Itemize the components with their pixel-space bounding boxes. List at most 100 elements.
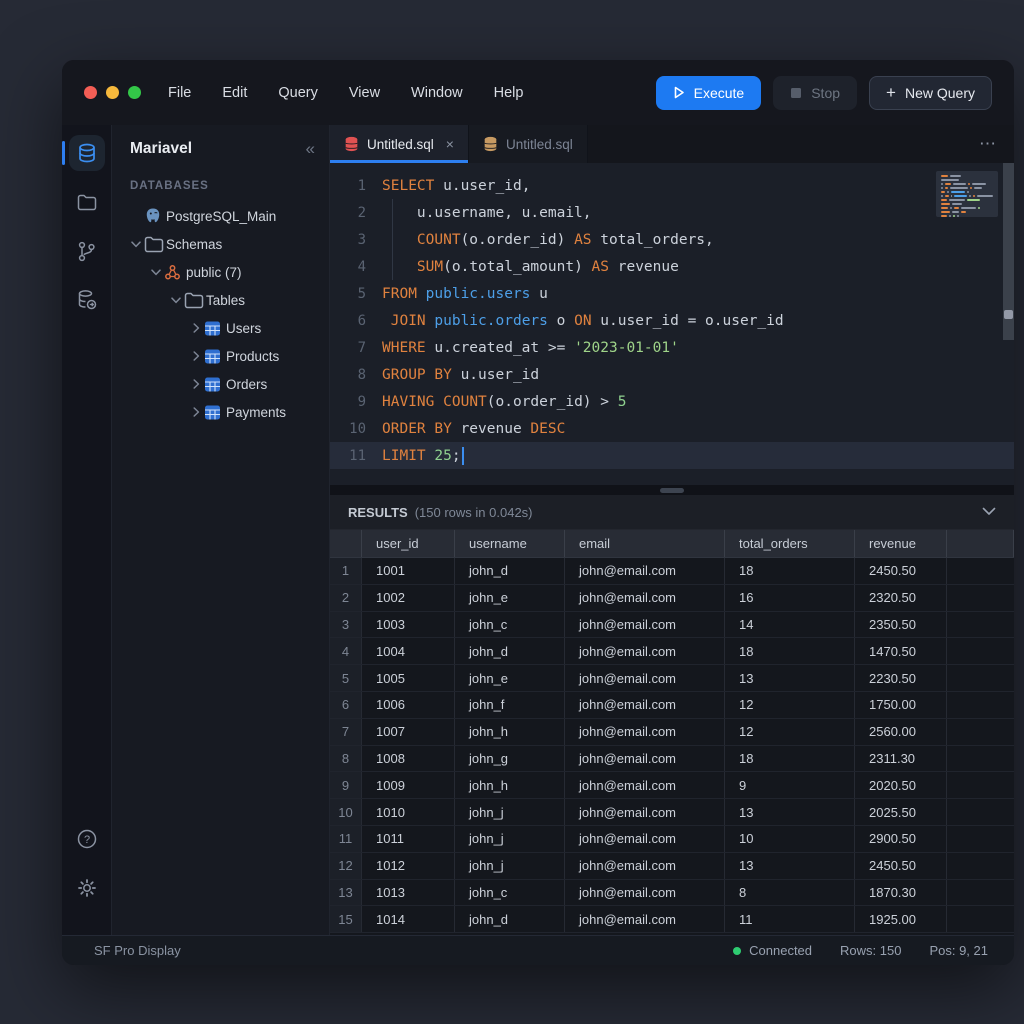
minimize-window-button[interactable] [106,86,119,99]
code-line-4[interactable]: 4 SUM(o.total_amount) AS revenue [330,253,1014,280]
cell-total_orders[interactable]: 10 [725,826,855,852]
cell-user_id[interactable]: 1012 [362,853,455,879]
cell-email[interactable]: john@email.com [565,638,725,664]
code-line-7[interactable]: 7WHERE u.created_at >= '2023-01-01' [330,334,1014,361]
table-row[interactable]: 111011john_jjohn@email.com102900.50 [330,826,1014,853]
table-row[interactable]: 41004john_djohn@email.com181470.50 [330,638,1014,665]
rail-database-icon[interactable] [69,135,105,171]
rail-settings-gear-icon[interactable] [69,870,105,906]
execute-button[interactable]: Execute [656,76,762,110]
code-line-9[interactable]: 9HAVING COUNT(o.order_id) > 5 [330,388,1014,415]
cell-user_id[interactable]: 1011 [362,826,455,852]
cell-total_orders[interactable]: 13 [725,853,855,879]
cell-revenue[interactable]: 2230.50 [855,665,947,691]
table-row[interactable]: 11001john_djohn@email.com182450.50 [330,558,1014,585]
cell-email[interactable]: john@email.com [565,826,725,852]
code-line-3[interactable]: 3 COUNT(o.order_id) AS total_orders, [330,226,1014,253]
cell-total_orders[interactable]: 11 [725,906,855,932]
cell-total_orders[interactable]: 13 [725,665,855,691]
panel-resize-handle[interactable] [330,485,1014,495]
tree-item-public-7[interactable]: public (7) [112,258,329,286]
cell-email[interactable]: john@email.com [565,585,725,611]
tree-item-orders[interactable]: Orders [112,370,329,398]
cell-email[interactable]: john@email.com [565,692,725,718]
close-window-button[interactable] [84,86,97,99]
chevron-down-icon[interactable] [168,297,184,304]
cell-username[interactable]: john_e [455,585,565,611]
cell-revenue[interactable]: 2450.50 [855,853,947,879]
maximize-window-button[interactable] [128,86,141,99]
cell-user_id[interactable]: 1004 [362,638,455,664]
menu-help[interactable]: Help [494,85,524,101]
cell-user_id[interactable]: 1001 [362,558,455,584]
column-header-revenue[interactable]: revenue [855,530,947,557]
cell-username[interactable]: john_h [455,719,565,745]
tab-untitled-sql-1[interactable]: Untitled.sql [469,125,588,163]
cell-username[interactable]: john_j [455,826,565,852]
table-row[interactable]: 31003john_cjohn@email.com142350.50 [330,612,1014,639]
table-row[interactable]: 91009john_hjohn@email.com92020.50 [330,772,1014,799]
cell-username[interactable]: john_g [455,746,565,772]
rail-help-icon[interactable]: ? [69,821,105,857]
cell-revenue[interactable]: 2450.50 [855,558,947,584]
cell-revenue[interactable]: 1750.00 [855,692,947,718]
cell-revenue[interactable]: 2025.50 [855,799,947,825]
cell-total_orders[interactable]: 9 [725,772,855,798]
table-row[interactable]: 61006john_fjohn@email.com121750.00 [330,692,1014,719]
table-row[interactable]: 151014john_djohn@email.com111925.00 [330,906,1014,933]
cell-user_id[interactable]: 1005 [362,665,455,691]
chevron-right-icon[interactable] [188,323,204,333]
code-line-1[interactable]: 1SELECT u.user_id, [330,172,1014,199]
menu-view[interactable]: View [349,85,380,101]
code-line-6[interactable]: 6 JOIN public.orders o ON u.user_id = o.… [330,307,1014,334]
cell-user_id[interactable]: 1002 [362,585,455,611]
table-row[interactable]: 71007john_hjohn@email.com122560.00 [330,719,1014,746]
collapse-sidebar-icon[interactable]: « [306,139,313,159]
cell-revenue[interactable]: 2900.50 [855,826,947,852]
cell-email[interactable]: john@email.com [565,558,725,584]
column-header-total_orders[interactable]: total_orders [725,530,855,557]
cell-total_orders[interactable]: 16 [725,585,855,611]
menu-query[interactable]: Query [278,85,318,101]
cell-email[interactable]: john@email.com [565,719,725,745]
cell-username[interactable]: john_h [455,772,565,798]
chevron-right-icon[interactable] [188,407,204,417]
cell-user_id[interactable]: 1009 [362,772,455,798]
cell-email[interactable]: john@email.com [565,853,725,879]
chevron-right-icon[interactable] [188,379,204,389]
cell-username[interactable]: john_d [455,558,565,584]
rail-git-branch-icon[interactable] [69,233,105,269]
cell-revenue[interactable]: 2020.50 [855,772,947,798]
table-row[interactable]: 21002john_ejohn@email.com162320.50 [330,585,1014,612]
cell-total_orders[interactable]: 13 [725,799,855,825]
cell-user_id[interactable]: 1008 [362,746,455,772]
scrollbar-thumb[interactable] [1004,310,1013,319]
cell-total_orders[interactable]: 12 [725,692,855,718]
rail-folder-icon[interactable] [69,184,105,220]
new-query-button[interactable]: + New Query [869,76,992,110]
code-line-2[interactable]: 2 u.username, u.email, [330,199,1014,226]
cell-username[interactable]: john_f [455,692,565,718]
cell-total_orders[interactable]: 14 [725,612,855,638]
cell-total_orders[interactable]: 18 [725,746,855,772]
tree-item-postgresql-main[interactable]: PostgreSQL_Main [112,202,329,230]
cell-revenue[interactable]: 2320.50 [855,585,947,611]
cell-email[interactable]: john@email.com [565,746,725,772]
cell-username[interactable]: john_e [455,665,565,691]
chevron-right-icon[interactable] [188,351,204,361]
table-row[interactable]: 81008john_gjohn@email.com182311.30 [330,746,1014,773]
editor-minimap[interactable] [936,171,998,217]
cell-revenue[interactable]: 2350.50 [855,612,947,638]
column-header-email[interactable]: email [565,530,725,557]
tree-item-schemas[interactable]: Schemas [112,230,329,258]
menu-file[interactable]: File [168,85,191,101]
tab-untitled-sql-0[interactable]: Untitled.sql× [330,125,469,163]
column-header-username[interactable]: username [455,530,565,557]
code-line-5[interactable]: 5FROM public.users u [330,280,1014,307]
code-line-8[interactable]: 8GROUP BY u.user_id [330,361,1014,388]
tree-item-tables[interactable]: Tables [112,286,329,314]
cell-user_id[interactable]: 1010 [362,799,455,825]
cell-total_orders[interactable]: 12 [725,719,855,745]
menu-window[interactable]: Window [411,85,463,101]
cell-email[interactable]: john@email.com [565,799,725,825]
